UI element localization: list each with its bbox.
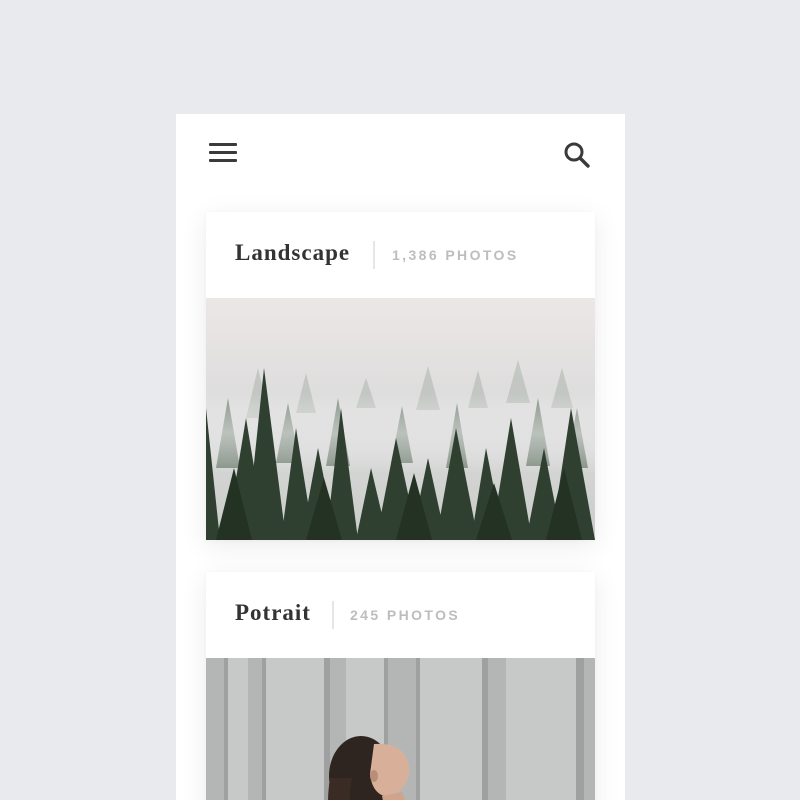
album-card-header: Landscape 1,386 PHOTOS — [206, 212, 595, 298]
album-card-potrait[interactable]: Potrait 245 PHOTOS — [206, 572, 595, 800]
search-icon[interactable] — [562, 140, 592, 170]
album-photo-count: 245 PHOTOS — [350, 607, 461, 623]
album-title: Landscape — [235, 240, 351, 265]
album-title: Potrait — [235, 600, 311, 625]
album-card-header: Potrait 245 PHOTOS — [206, 572, 595, 658]
album-card-landscape[interactable]: Landscape 1,386 PHOTOS — [206, 212, 595, 540]
misty-pine-forest-photo[interactable] — [206, 298, 595, 540]
album-photo-count: 1,386 PHOTOS — [392, 247, 519, 263]
hamburger-menu-icon[interactable] — [209, 143, 237, 165]
woman-portrait-photo[interactable] — [206, 658, 595, 800]
header-divider — [332, 601, 334, 629]
app-screen: Landscape 1,386 PHOTOS Potrait 245 PHOTO… — [176, 114, 625, 800]
header-divider — [373, 241, 375, 269]
top-bar — [176, 114, 625, 194]
